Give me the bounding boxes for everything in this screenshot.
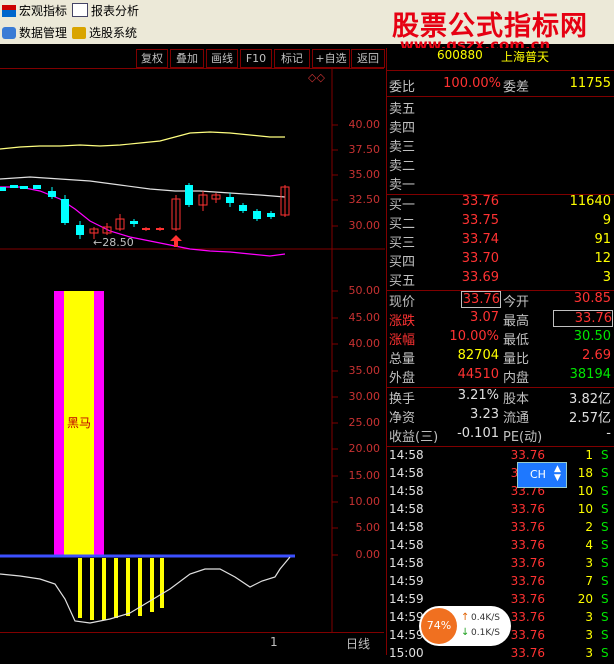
chart-toolbar: 复权 叠加 画线 F10 标记 +自选 返回 <box>0 48 385 69</box>
stat-row-volume: 总量 82704 量比 2.69 <box>389 348 611 367</box>
input-method-label: CH <box>530 468 546 481</box>
sell-level-4: 卖四 <box>389 121 416 136</box>
indicator-axis-label: 50.00 <box>348 284 381 297</box>
low-price-label: ←28.50 <box>93 236 134 249</box>
sell-level-2: 卖二 <box>389 159 416 174</box>
stock-header: 600880 上海普天 <box>389 48 613 67</box>
database-icon <box>2 27 16 39</box>
speed-percent: 74% <box>421 608 457 644</box>
oscillator-line <box>0 556 291 624</box>
stat-row-outer-inner: 外盘 44510 内盘 38194 <box>389 367 611 386</box>
tick-row: 15:00 33.76 3 S <box>389 646 609 660</box>
indicator-axis-label: 10.00 <box>348 495 381 508</box>
overlay-button[interactable]: 叠加 <box>170 49 204 68</box>
tick-row: 14:58 33.76 10 S <box>389 484 609 498</box>
buy-level-5: 买五 33.69 3 <box>389 270 611 289</box>
report-icon <box>72 3 88 17</box>
stock-code: 600880 <box>437 48 483 62</box>
mark-button[interactable]: 标记 <box>274 49 310 68</box>
histogram-bars <box>78 558 164 620</box>
draw-line-button[interactable]: 画线 <box>206 49 238 68</box>
menu-macro-indicators[interactable]: 宏观指标 <box>2 2 67 19</box>
tick-row: 14:58 33.76 4 S <box>389 538 609 552</box>
tick-row: 14:59 33.76 7 S <box>389 574 609 588</box>
price-axis-label: 30.00 <box>348 219 381 232</box>
price-axis-label: 35.00 <box>348 168 381 181</box>
tick-row: 14:58 33.76 1 S <box>389 448 609 462</box>
buy-level-1: 买一 33.76 11640 <box>389 194 611 213</box>
upload-arrow-icon: ↑ <box>461 612 470 623</box>
signal-bar-left <box>54 291 64 555</box>
indicator-axis-label: 45.00 <box>348 311 381 324</box>
download-arrow-icon: ↓ <box>461 627 470 638</box>
kline-chart: ◇◇ ←28.50 黑马 <box>0 69 385 632</box>
stat-row-change: 涨跌 3.07 最高 33.76 <box>389 310 613 329</box>
back-button[interactable]: 返回 <box>351 49 385 68</box>
price-axis-ticks <box>332 124 338 227</box>
stock-name: 上海普天 <box>501 50 550 64</box>
buy-level-3: 买三 33.74 91 <box>389 232 611 251</box>
stat-row-earnings: 收益(三) -0.101 PE(动) - <box>389 426 611 445</box>
signal-label: 黑马 <box>67 416 91 430</box>
stat-row-pct: 涨幅 10.00% 最低 30.50 <box>389 329 611 348</box>
chart-icon <box>2 5 16 17</box>
indicator-axis-label: 35.00 <box>348 364 381 377</box>
sell-level-1: 卖一 <box>389 178 416 193</box>
indicator-axis-ticks <box>332 290 338 556</box>
commission-ratio-row: 委比 100.00% 委差 11755 <box>389 76 611 95</box>
candlesticks <box>0 183 290 239</box>
price-axis-label: 40.00 <box>348 118 381 131</box>
indicator-axis-label: 15.00 <box>348 469 381 482</box>
stat-row-net-assets: 净资 3.23 流通 2.57亿 <box>389 407 611 426</box>
lower-band-line <box>0 186 286 257</box>
signal-bar-right <box>94 291 104 555</box>
sell-level-3: 卖三 <box>389 140 416 155</box>
indicator-axis-label: 25.00 <box>348 416 381 429</box>
tick-row: 14:5833.7618S <box>389 466 609 480</box>
tick-row: 14:58 33.76 3 S <box>389 556 609 570</box>
upper-band-line <box>0 131 285 150</box>
upload-speed: 0.4K/S <box>471 613 500 623</box>
indicator-axis-label: 5.00 <box>355 521 381 534</box>
f10-button[interactable]: F10 <box>240 49 272 68</box>
quote-panel: 600880 上海普天 委比 100.00% 委差 11755 卖五 卖四 卖三… <box>386 48 614 660</box>
middle-band-line <box>0 176 286 198</box>
tick-row: 14:58 33.76 2 S <box>389 520 609 534</box>
input-method-widget[interactable]: CH ▲ ▼ <box>517 462 567 488</box>
stat-row-price: 现价 33.76 今开 30.85 <box>389 291 611 310</box>
price-axis-label: 32.50 <box>348 193 381 206</box>
network-speed-widget[interactable]: 74% ↑ 0.4K/S ↓ 0.1K/S <box>419 606 511 646</box>
indicator-axis-label: 20.00 <box>348 442 381 455</box>
add-watchlist-button[interactable]: +自选 <box>312 49 350 68</box>
buy-level-4: 买四 33.70 12 <box>389 251 611 270</box>
marker-icon: ◇◇ <box>308 71 325 84</box>
tick-row: 14:58 33.76 10 S <box>389 502 609 516</box>
chart-bottom-bar: 1 日线 <box>0 632 384 656</box>
picker-icon <box>72 27 86 39</box>
price-axis-label: 37.50 <box>348 143 381 156</box>
stat-row-turnover: 换手 3.21% 股本 3.82亿 <box>389 388 611 407</box>
menu-stock-picker[interactable]: 选股系统 <box>72 24 137 41</box>
tick-row: 14:59 33.76 20 S <box>389 592 609 606</box>
indicator-axis-label: 30.00 <box>348 390 381 403</box>
buy-level-2: 买二 33.75 9 <box>389 213 611 232</box>
indicator-axis-label: 0.00 <box>355 548 381 561</box>
menu-data-management[interactable]: 数据管理 <box>2 24 67 41</box>
restore-rights-button[interactable]: 复权 <box>136 49 168 68</box>
chevron-updown-icon: ▲ ▼ <box>554 464 561 483</box>
download-speed: 0.1K/S <box>471 628 500 638</box>
bottom-page-number: 1 <box>270 635 278 649</box>
indicator-axis-label: 40.00 <box>348 337 381 350</box>
sell-level-5: 卖五 <box>389 102 416 117</box>
period-tab-daily[interactable]: 日线 <box>346 635 370 652</box>
menu-report-analysis[interactable]: 报表分析 <box>72 2 139 19</box>
